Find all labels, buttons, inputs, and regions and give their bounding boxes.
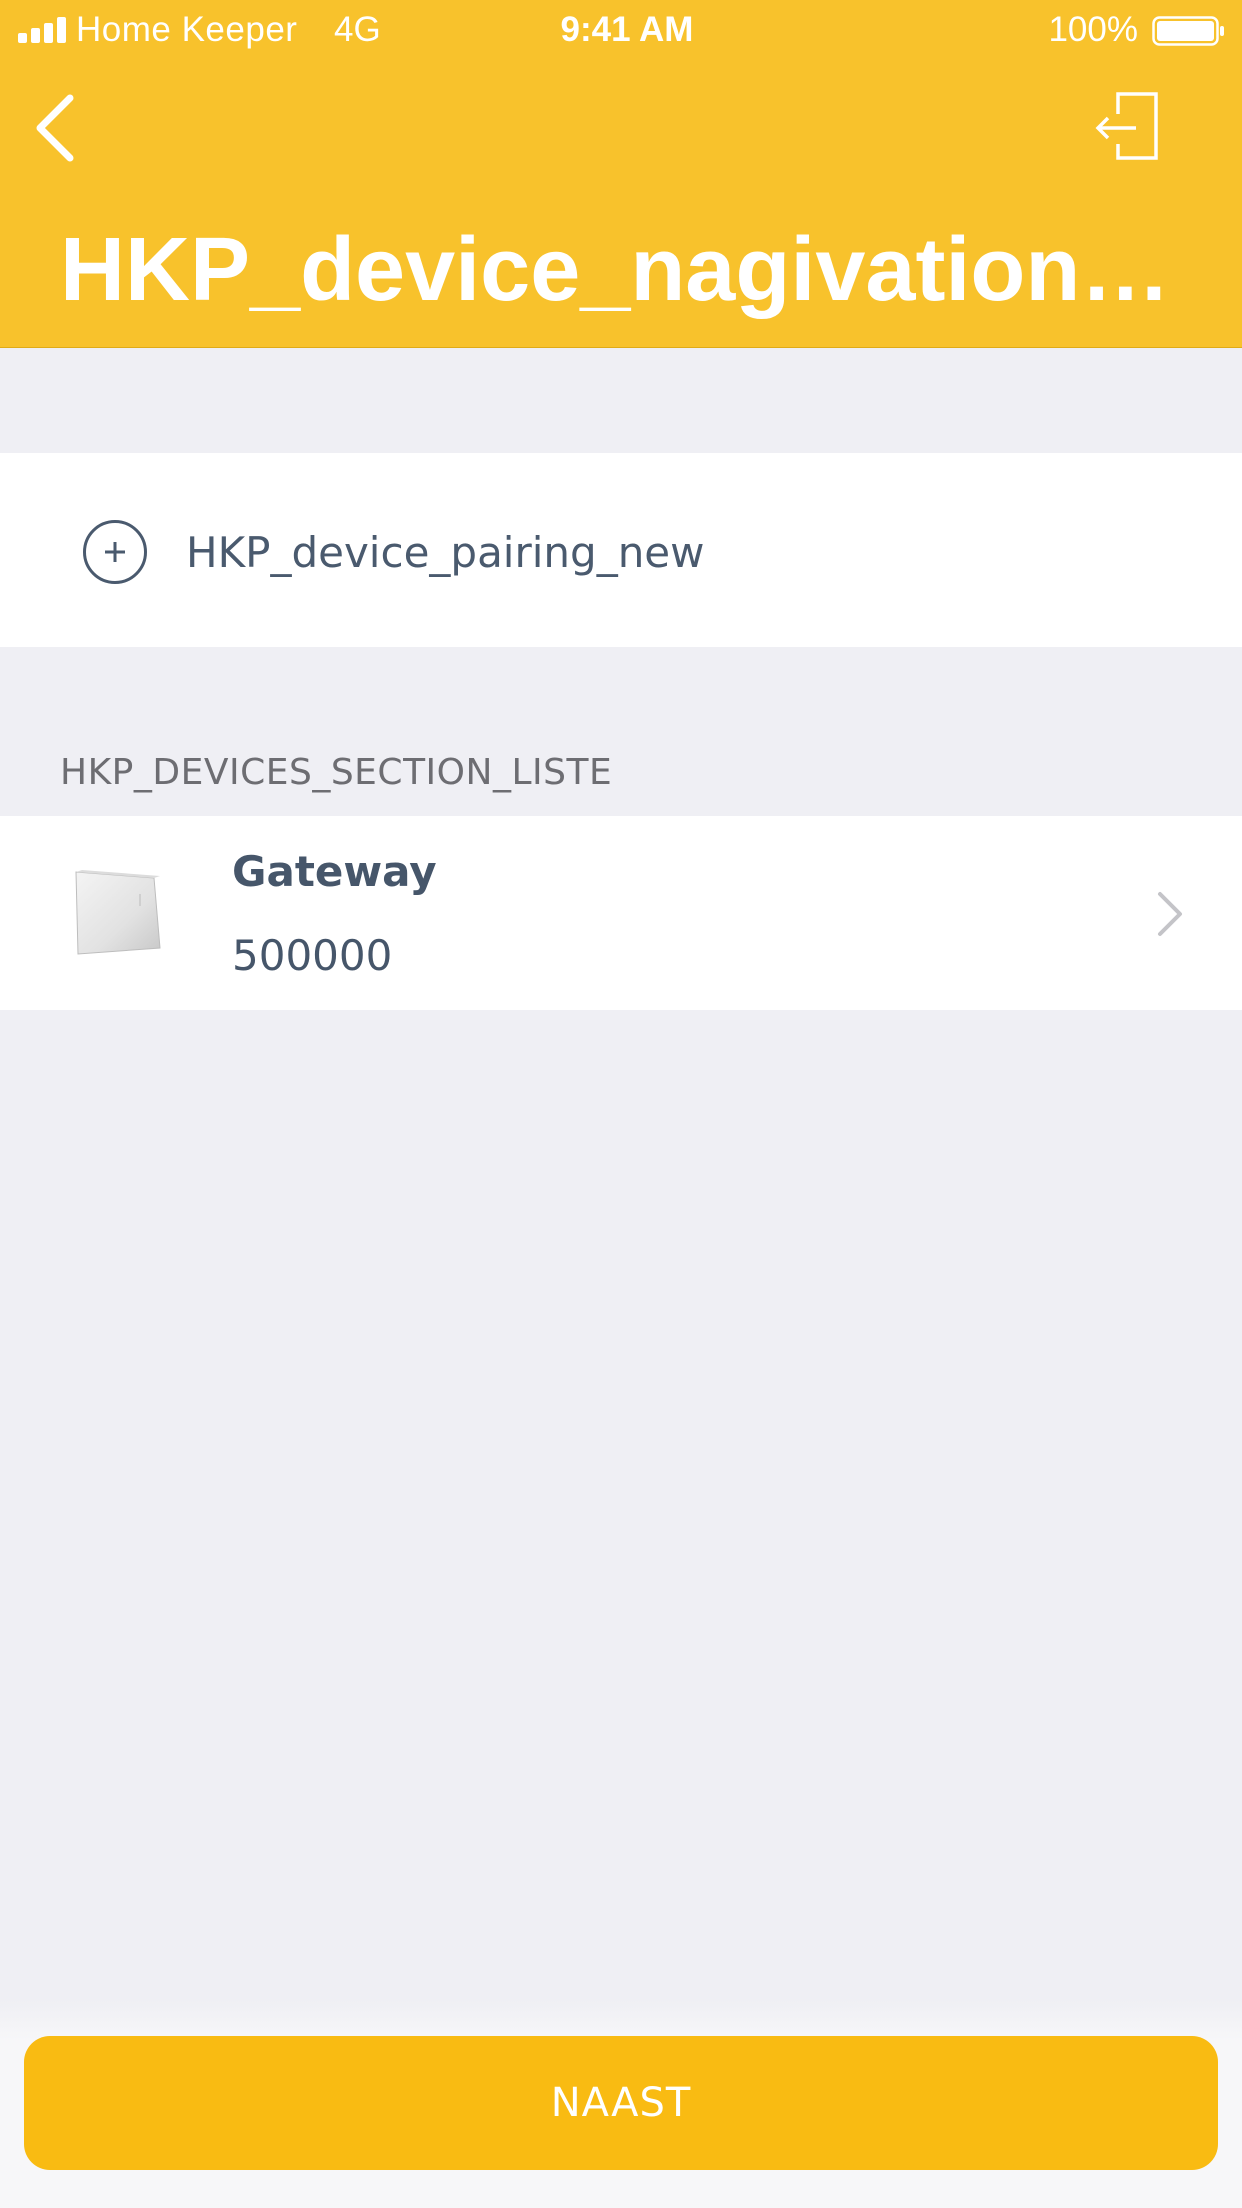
next-button[interactable]: NAAST <box>24 2036 1218 2170</box>
battery-percentage: 100% <box>1048 10 1138 49</box>
device-serial: 500000 <box>232 931 393 980</box>
screen: Home Keeper 4G 9:41 AM 100% HKP_device_n… <box>0 0 1242 2208</box>
device-list-item[interactable] <box>0 816 1242 1010</box>
chevron-left-icon <box>36 94 74 162</box>
logout-button[interactable] <box>1090 88 1170 168</box>
back-button[interactable] <box>28 88 98 168</box>
chevron-right-icon <box>1158 892 1182 936</box>
add-device-label: HKP_device_pairing_new <box>186 528 705 577</box>
status-bar: Home Keeper 4G 9:41 AM 100% <box>0 0 1242 62</box>
header-bar: Home Keeper 4G 9:41 AM 100% HKP_device_n… <box>0 0 1242 348</box>
plus-circle-icon <box>83 520 147 584</box>
devices-section-header: HKP_DEVICES_SECTION_LISTE <box>60 752 613 793</box>
device-name: Gateway <box>232 847 437 896</box>
page-title: HKP_device_nagivation_ti... <box>60 220 1180 320</box>
logout-icon <box>1095 92 1158 160</box>
gateway-device-image <box>75 870 161 955</box>
battery-full-icon <box>1152 16 1224 46</box>
